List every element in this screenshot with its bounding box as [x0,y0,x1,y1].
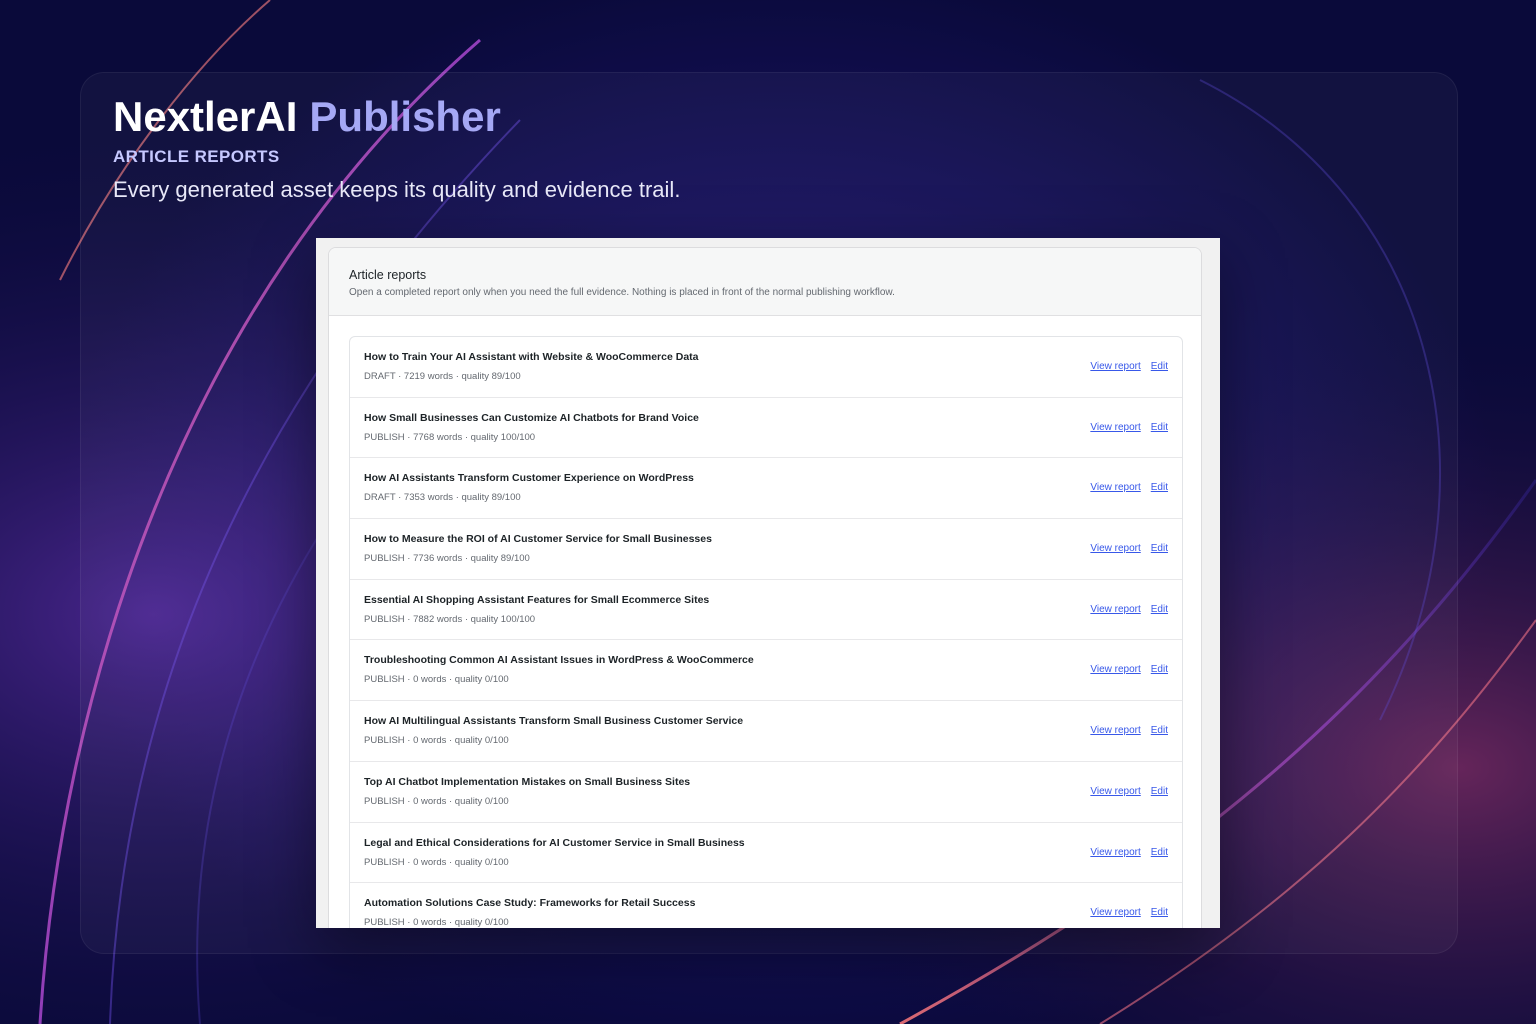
view-report-link[interactable]: View report [1090,725,1140,736]
card-description: Open a completed report only when you ne… [349,287,895,298]
brand-title: NextlerAI Publisher [113,92,680,142]
article-meta: PUBLISH · 0 words · quality 0/100 [364,917,509,928]
article-row: Troubleshooting Common AI Assistant Issu… [350,640,1182,702]
article-row: Automation Solutions Case Study: Framewo… [350,883,1182,928]
article-title: Top AI Chatbot Implementation Mistakes o… [364,775,691,788]
view-report-link[interactable]: View report [1090,543,1140,554]
view-report-link[interactable]: View report [1090,786,1140,797]
card-title: Article reports [349,268,427,282]
article-meta: PUBLISH · 0 words · quality 0/100 [364,674,509,686]
article-row: Essential AI Shopping Assistant Features… [350,580,1182,641]
article-actions: View report Edit [1090,785,1168,799]
edit-link[interactable]: Edit [1151,543,1168,554]
article-actions: View report Edit [1090,421,1168,435]
brand-name: NextlerAI [113,93,298,140]
view-report-link[interactable]: View report [1090,847,1140,858]
article-row: Legal and Ethical Considerations for AI … [350,823,1182,884]
article-row: How to Train Your AI Assistant with Webs… [350,337,1182,398]
article-row: How to Measure the ROI of AI Customer Se… [350,519,1182,580]
article-title: How AI Multilingual Assistants Transform… [364,715,744,728]
edit-link[interactable]: Edit [1151,664,1168,675]
article-meta: DRAFT · 7219 words · quality 89/100 [364,371,521,382]
article-title: How Small Businesses Can Customize AI Ch… [364,411,699,424]
article-actions: View report Edit [1090,663,1168,677]
article-meta: PUBLISH · 7882 words · quality 100/100 [364,613,536,625]
app-screenshot: Article reports Open a completed report … [316,238,1220,928]
article-title: Essential AI Shopping Assistant Features… [364,593,710,606]
article-actions: View report Edit [1090,846,1168,860]
edit-link[interactable]: Edit [1151,482,1168,493]
view-report-link[interactable]: View report [1090,664,1140,675]
article-row: How AI Multilingual Assistants Transform… [350,701,1182,762]
edit-link[interactable]: Edit [1151,847,1168,858]
section-eyebrow: ARTICLE REPORTS [113,147,280,166]
article-actions: View report Edit [1090,724,1168,738]
article-row: How AI Assistants Transform Customer Exp… [350,458,1182,520]
article-title: How AI Assistants Transform Customer Exp… [364,472,694,485]
hero-tagline: Every generated asset keeps its quality … [113,177,681,202]
article-list: How to Train Your AI Assistant with Webs… [349,336,1183,928]
edit-link[interactable]: Edit [1151,786,1168,797]
view-report-link[interactable]: View report [1090,422,1140,433]
article-meta: DRAFT · 7353 words · quality 89/100 [364,492,521,504]
article-actions: View report Edit [1090,906,1168,920]
article-title: How to Measure the ROI of AI Customer Se… [364,533,712,546]
view-report-link[interactable]: View report [1090,907,1140,918]
card-header: Article reports Open a completed report … [329,248,1201,316]
hero-header: NextlerAI Publisher ARTICLE REPORTS Every… [113,92,680,204]
article-actions: View report Edit [1090,481,1168,495]
edit-link[interactable]: Edit [1151,422,1168,433]
article-meta: PUBLISH · 7768 words · quality 100/100 [364,431,536,443]
article-row: Top AI Chatbot Implementation Mistakes o… [350,762,1182,823]
article-actions: View report Edit [1090,360,1168,374]
article-title: Automation Solutions Case Study: Framewo… [364,897,696,910]
article-meta: PUBLISH · 7736 words · quality 89/100 [364,553,530,565]
article-meta: PUBLISH · 0 words · quality 0/100 [364,795,509,807]
article-row: How Small Businesses Can Customize AI Ch… [350,398,1182,459]
article-meta: PUBLISH · 0 words · quality 0/100 [364,856,509,868]
article-actions: View report Edit [1090,542,1168,556]
article-meta: PUBLISH · 0 words · quality 0/100 [364,735,509,747]
view-report-link[interactable]: View report [1090,482,1140,493]
article-title: Legal and Ethical Considerations for AI … [364,836,745,849]
product-name: Publisher [309,93,501,140]
article-title: How to Train Your AI Assistant with Webs… [364,351,699,363]
article-actions: View report Edit [1090,603,1168,617]
edit-link[interactable]: Edit [1151,725,1168,736]
view-report-link[interactable]: View report [1090,361,1140,372]
edit-link[interactable]: Edit [1151,361,1168,372]
edit-link[interactable]: Edit [1151,604,1168,615]
article-title: Troubleshooting Common AI Assistant Issu… [364,654,754,667]
edit-link[interactable]: Edit [1151,907,1168,918]
article-reports-card: Article reports Open a completed report … [328,247,1202,928]
view-report-link[interactable]: View report [1090,604,1140,615]
